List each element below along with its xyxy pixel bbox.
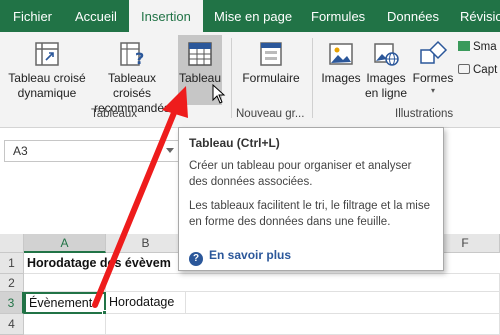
shapes-button[interactable]: Formes ▾ [410,40,456,96]
tooltip-title: Tableau (Ctrl+L) [189,136,280,150]
cell-c3[interactable] [186,292,500,314]
online-images-button[interactable]: Images en ligne [362,40,410,101]
online-images-label-2: en ligne [364,86,408,100]
row-header-1[interactable]: 1 [0,253,24,274]
tab-revision[interactable]: Révision [460,0,500,32]
pivot-table-label-1: Tableau croisé [8,71,86,85]
smartart-button[interactable]: Sma [458,41,497,53]
smartart-icon [458,41,470,51]
pivot-table-button[interactable]: Tableau croisé dynamique [8,40,86,101]
tab-formules[interactable]: Formules [311,0,365,32]
pivot-table-label-2: dynamique [17,86,77,100]
tooltip-details: Les tableaux facilitent le tri, le filtr… [189,200,430,228]
column-header-a[interactable]: A [24,234,106,253]
tab-accueil[interactable]: Accueil [75,0,117,32]
images-button[interactable]: Images [318,40,364,86]
screenshot-label: Capt [473,64,498,76]
form-button[interactable]: Formulaire [238,40,304,86]
group-label-new: Nouveau gr... [236,108,305,120]
images-label: Images [321,71,361,85]
recommended-pivot-button[interactable]: ? Tableaux croisés recommandés [88,40,176,116]
learn-more-label: En savoir plus [209,248,292,262]
table-tooltip: Tableau (Ctrl+L) Créer un tableau pour o… [178,127,444,271]
shapes-icon [420,40,448,64]
pivot-table-icon [35,42,59,66]
name-box[interactable]: A3 [4,140,180,162]
tooltip-description: Créer un tableau pour organiser et analy… [189,160,412,188]
row-header-4[interactable]: 4 [0,314,24,335]
online-image-icon [374,43,399,66]
chevron-down-icon[interactable] [166,148,174,153]
ribbon-tab-bar: Fichier Accueil Insertion Mise en page F… [0,0,500,33]
chevron-down-icon: ▾ [430,86,435,95]
row-header-3[interactable]: 3 [0,292,24,314]
cell-a4[interactable] [24,314,106,335]
select-all-corner[interactable] [0,234,24,253]
cell-a3[interactable]: Évènement [24,292,106,314]
recommended-pivot-icon: ? [120,42,144,68]
camera-icon [458,64,470,74]
table-icon [188,42,212,66]
cell-b4[interactable] [106,314,500,335]
cell-a2[interactable] [24,274,106,292]
svg-text:?: ? [135,49,144,68]
mouse-cursor-icon [212,84,226,104]
screenshot-button[interactable]: Capt [458,64,497,76]
help-icon: ? [189,252,203,266]
cell-b2[interactable] [106,274,500,292]
tab-donnees[interactable]: Données [387,0,439,32]
group-separator [312,38,313,118]
learn-more-link[interactable]: ? En savoir plus [189,248,291,266]
tab-mise-en-page[interactable]: Mise en page [214,0,292,32]
ribbon-panel: Tableau croisé dynamique ? Tableaux croi… [0,32,500,128]
online-images-label-1: Images [366,71,406,85]
tab-insertion[interactable]: Insertion [129,0,203,33]
smartart-label: Sma [473,41,497,53]
group-label-tables: Tableaux [91,108,138,120]
group-separator [231,38,232,118]
recommended-pivot-label-1: Tableaux croisés [107,71,157,100]
shapes-label: Formes [412,71,454,85]
column-header-b[interactable]: B [106,234,186,253]
group-label-illustrations: Illustrations [395,108,454,120]
form-label: Formulaire [242,71,300,85]
image-icon [329,43,353,65]
form-icon [260,42,282,66]
cell-b3[interactable]: Horodatage [106,292,186,314]
row-header-2[interactable]: 2 [0,274,24,292]
tab-fichier[interactable]: Fichier [13,0,52,32]
